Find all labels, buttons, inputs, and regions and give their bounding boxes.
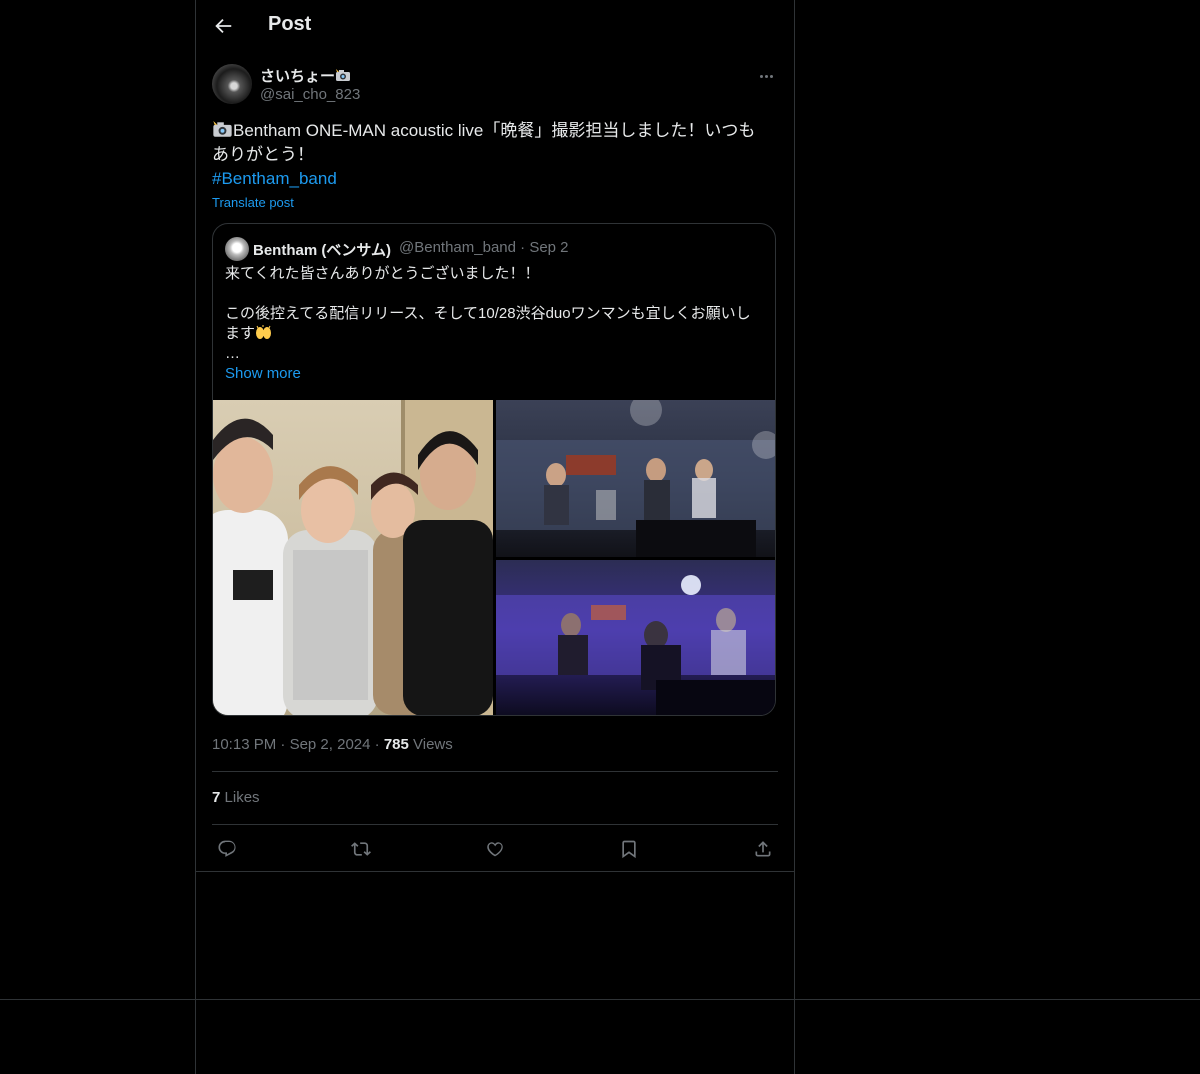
raising-hands-icon: [256, 325, 272, 339]
share-icon: [755, 841, 771, 857]
quoted-date: Sep 2: [529, 239, 569, 256]
likes-label: Likes: [224, 789, 260, 806]
live-stage-photo[interactable]: [496, 400, 775, 557]
likes-count[interactable]: 7 Likes: [212, 789, 260, 806]
page-title: Post: [268, 13, 312, 35]
views-count: 785: [383, 736, 409, 753]
post-body: Bentham ONE-MAN acoustic live「晩餐」撮影担当しまし…: [212, 121, 756, 164]
live-stage-photo-2[interactable]: [496, 560, 775, 715]
reply-button[interactable]: [214, 836, 240, 862]
author-name[interactable]: さいちょー: [260, 65, 351, 86]
more-icon: [759, 74, 763, 78]
repost-button[interactable]: [348, 836, 374, 862]
main-column: Post さいちょー @sai_cho_823 Bentham ONE-MAN …: [195, 0, 795, 1074]
band-group-photo[interactable]: [213, 400, 493, 715]
quoted-line: 来てくれた皆さんありがとうございました！！: [225, 265, 540, 282]
quoted-text: 来てくれた皆さんありがとうございました！！ この後控えてる配信リリース、そして1…: [225, 264, 763, 364]
quoted-avatar: [225, 237, 249, 261]
arrow-left-icon: [215, 18, 232, 34]
hashtag-link[interactable]: #Bentham_band: [212, 169, 337, 188]
media-grid: [213, 400, 775, 715]
repost-icon: [351, 842, 371, 856]
likes-number: 7: [212, 789, 221, 806]
reply-icon: [218, 840, 236, 857]
camera-flash-icon: [213, 121, 232, 137]
author-handle[interactable]: @sai_cho_823: [260, 86, 360, 103]
bookmark-button[interactable]: [616, 836, 642, 862]
show-more-link[interactable]: Show more: [225, 365, 301, 382]
like-button[interactable]: [482, 836, 508, 862]
quoted-line: この後控えてる配信リリース、そして10/28渋谷duoワンマンも宜しくお願いしま…: [225, 305, 751, 342]
post-meta: 10:13 PM · Sep 2, 2024 · 785 Views: [212, 736, 453, 753]
back-button[interactable]: [212, 15, 234, 37]
action-bar: [212, 836, 778, 862]
quoted-post[interactable]: Bentham (ベンサム) @Bentham_band · Sep 2 来てく…: [212, 223, 776, 716]
post-time[interactable]: 10:13 PM: [212, 736, 276, 753]
divider: [212, 771, 778, 772]
divider: [196, 871, 794, 872]
post-author: さいちょー @sai_cho_823: [212, 64, 778, 108]
author-name-text: さいちょー: [260, 68, 336, 85]
avatar[interactable]: [212, 64, 252, 104]
bookmark-icon: [622, 840, 636, 859]
divider: [0, 999, 1200, 1000]
quoted-author-name: Bentham (ベンサム): [253, 242, 392, 259]
quoted-ellipsis: …: [225, 345, 240, 362]
heart-icon: [487, 842, 503, 857]
header: Post: [196, 0, 794, 53]
more-button[interactable]: [754, 66, 778, 86]
quoted-meta: @Bentham_band · Sep 2: [399, 239, 569, 256]
translate-link[interactable]: Translate post: [212, 195, 294, 210]
post-date[interactable]: Sep 2, 2024: [290, 736, 371, 753]
divider: [212, 824, 778, 825]
share-button[interactable]: [750, 836, 776, 862]
quoted-handle: @Bentham_band: [399, 239, 516, 256]
views-label: Views: [413, 736, 453, 753]
camera-flash-icon: [336, 69, 351, 81]
post-text: Bentham ONE-MAN acoustic live「晩餐」撮影担当しまし…: [212, 119, 772, 191]
